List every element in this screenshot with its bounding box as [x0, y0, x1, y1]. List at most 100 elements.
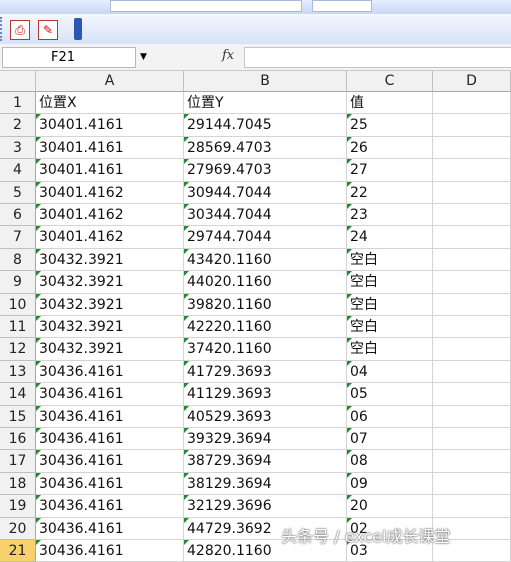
cell-d[interactable]: [433, 181, 511, 204]
cell-a[interactable]: 30432.3921: [36, 338, 184, 361]
column-header-a[interactable]: A: [36, 71, 184, 92]
row-header[interactable]: 19: [0, 495, 36, 518]
cell-a[interactable]: 30401.4162: [36, 204, 184, 227]
cell-d[interactable]: [433, 428, 511, 451]
cell-a[interactable]: 30436.4161: [36, 472, 184, 496]
cell-a[interactable]: 30436.4161: [36, 383, 184, 406]
cell-c[interactable]: 07: [347, 428, 433, 451]
cell-b[interactable]: 28569.4703: [184, 136, 347, 160]
row-header[interactable]: 3: [0, 136, 36, 160]
row-header[interactable]: 13: [0, 360, 36, 384]
cell-b[interactable]: 37420.1160: [184, 338, 347, 361]
cell-c[interactable]: 25: [347, 114, 433, 137]
toolbar-grip[interactable]: [0, 17, 5, 41]
cell-a[interactable]: 位置X: [36, 92, 184, 115]
cell-b[interactable]: 30944.7044: [184, 181, 347, 204]
cell-a[interactable]: 30432.3921: [36, 293, 184, 316]
row-header[interactable]: 8: [0, 248, 36, 272]
cell-d[interactable]: [433, 338, 511, 361]
cell-d[interactable]: [433, 92, 511, 115]
cell-a[interactable]: 30432.3921: [36, 271, 184, 294]
cell-a[interactable]: 30401.4161: [36, 159, 184, 182]
cell-b[interactable]: 38129.3694: [184, 472, 347, 496]
cell-d[interactable]: [433, 204, 511, 227]
row-header[interactable]: 9: [0, 271, 36, 294]
cell-a[interactable]: 30401.4162: [36, 181, 184, 204]
cell-d[interactable]: [433, 316, 511, 339]
cell-c[interactable]: 22: [347, 181, 433, 204]
cell-b[interactable]: 29144.7045: [184, 114, 347, 137]
cell-b[interactable]: 41729.3693: [184, 360, 347, 384]
cell-d[interactable]: [433, 159, 511, 182]
cell-a[interactable]: 30436.4161: [36, 360, 184, 384]
cell-d[interactable]: [433, 114, 511, 137]
cell-c[interactable]: 空白: [347, 248, 433, 272]
pdf-settings-icon[interactable]: ✎: [38, 20, 58, 40]
cell-a[interactable]: 30432.3921: [36, 316, 184, 339]
select-all-corner[interactable]: [0, 71, 36, 92]
column-header-d[interactable]: D: [433, 71, 511, 92]
row-header[interactable]: 20: [0, 517, 36, 540]
cell-b[interactable]: 39329.3694: [184, 428, 347, 451]
cell-d[interactable]: [433, 472, 511, 496]
cell-c[interactable]: 空白: [347, 293, 433, 316]
cell-b[interactable]: 位置Y: [184, 92, 347, 115]
row-header[interactable]: 10: [0, 293, 36, 316]
fx-icon[interactable]: fx: [222, 48, 234, 63]
row-header[interactable]: 4: [0, 159, 36, 182]
cell-c[interactable]: 值: [347, 92, 433, 115]
row-header[interactable]: 15: [0, 405, 36, 428]
cell-d[interactable]: [433, 293, 511, 316]
cell-b[interactable]: 41129.3693: [184, 383, 347, 406]
cell-a[interactable]: 30436.4161: [36, 540, 184, 562]
cell-c[interactable]: 04: [347, 360, 433, 384]
cell-b[interactable]: 38729.3694: [184, 450, 347, 473]
cell-a[interactable]: 30401.4162: [36, 226, 184, 249]
cell-a[interactable]: 30401.4161: [36, 114, 184, 137]
cell-b[interactable]: 32129.3696: [184, 495, 347, 518]
cell-b[interactable]: 43420.1160: [184, 248, 347, 272]
cell-c[interactable]: 27: [347, 159, 433, 182]
cell-d[interactable]: [433, 136, 511, 160]
cell-b[interactable]: 40529.3693: [184, 405, 347, 428]
cell-a[interactable]: 30401.4161: [36, 136, 184, 160]
cell-b[interactable]: 44020.1160: [184, 271, 347, 294]
row-header[interactable]: 16: [0, 428, 36, 451]
name-box[interactable]: F21: [2, 47, 136, 68]
cell-d[interactable]: [433, 405, 511, 428]
cell-c[interactable]: 空白: [347, 271, 433, 294]
cell-c[interactable]: 23: [347, 204, 433, 227]
cell-a[interactable]: 30436.4161: [36, 428, 184, 451]
cell-c[interactable]: 20: [347, 495, 433, 518]
toolbar-dropdown-small[interactable]: [312, 0, 372, 12]
cell-d[interactable]: [433, 495, 511, 518]
row-header[interactable]: 11: [0, 316, 36, 339]
row-header[interactable]: 17: [0, 450, 36, 473]
cell-b[interactable]: 29744.7044: [184, 226, 347, 249]
cell-c[interactable]: 09: [347, 472, 433, 496]
column-header-c[interactable]: C: [347, 71, 433, 92]
cell-c[interactable]: 08: [347, 450, 433, 473]
cell-d[interactable]: [433, 248, 511, 272]
row-header[interactable]: 7: [0, 226, 36, 249]
cell-d[interactable]: [433, 360, 511, 384]
row-header[interactable]: 5: [0, 181, 36, 204]
cell-b[interactable]: 42220.1160: [184, 316, 347, 339]
row-header[interactable]: 14: [0, 383, 36, 406]
cell-a[interactable]: 30436.4161: [36, 405, 184, 428]
cell-d[interactable]: [433, 271, 511, 294]
cell-a[interactable]: 30432.3921: [36, 248, 184, 272]
cell-a[interactable]: 30436.4161: [36, 517, 184, 540]
cell-d[interactable]: [433, 226, 511, 249]
toolbar-dropdown[interactable]: [110, 0, 302, 12]
cell-d[interactable]: [433, 450, 511, 473]
cell-b[interactable]: 27969.4703: [184, 159, 347, 182]
row-header[interactable]: 1: [0, 92, 36, 115]
pdf-convert-icon[interactable]: ⎙: [10, 20, 30, 40]
row-header[interactable]: 2: [0, 114, 36, 137]
cell-a[interactable]: 30436.4161: [36, 450, 184, 473]
toolbar-options-icon[interactable]: [74, 18, 82, 40]
cell-b[interactable]: 39820.1160: [184, 293, 347, 316]
cell-d[interactable]: [433, 383, 511, 406]
cell-b[interactable]: 30344.7044: [184, 204, 347, 227]
